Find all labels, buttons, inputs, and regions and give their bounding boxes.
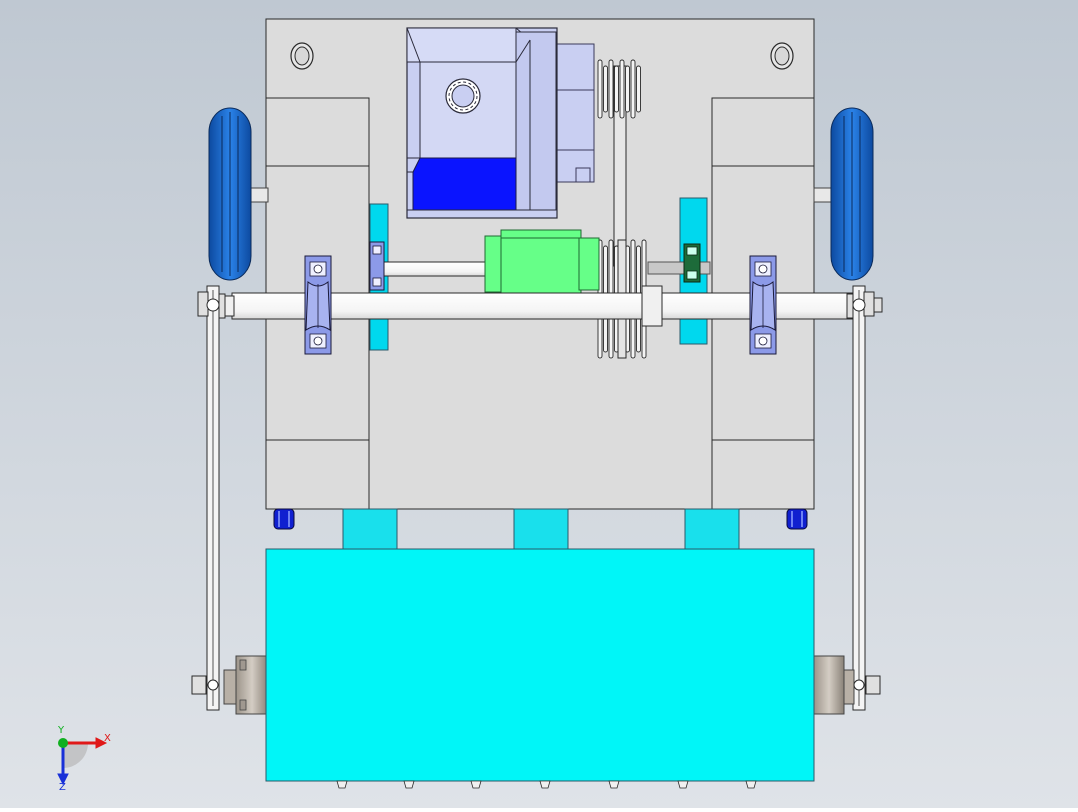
spline-output-icon: [445, 78, 481, 114]
assembly-drawing: [0, 0, 1078, 808]
shaft-coupling: [484, 229, 600, 295]
caster-left: [273, 508, 295, 530]
mounting-hole-right: [770, 42, 794, 70]
x-axis-label: X: [104, 733, 111, 744]
hopper-tab-center: [513, 508, 569, 551]
side-link-arm-right: [852, 285, 866, 711]
hopper-tab-right: [684, 508, 740, 551]
collection-hopper: [265, 548, 815, 782]
mounting-hole-left: [290, 42, 314, 70]
coordinate-triad: X Y Z: [48, 725, 118, 798]
motor-output-shaft: [383, 261, 489, 277]
y-axis-label: Y: [58, 725, 65, 736]
side-link-arm-left: [206, 285, 220, 711]
pillow-block-bearing-left: [304, 255, 332, 355]
z-axis-label: Z: [59, 782, 66, 793]
green-bracket: [683, 243, 701, 283]
cad-viewport[interactable]: X Y Z: [0, 0, 1078, 808]
hopper-tab-left: [342, 508, 398, 551]
caster-right: [786, 508, 808, 530]
idler-shaft: [647, 261, 711, 275]
pillow-block-bearing-right: [749, 255, 777, 355]
